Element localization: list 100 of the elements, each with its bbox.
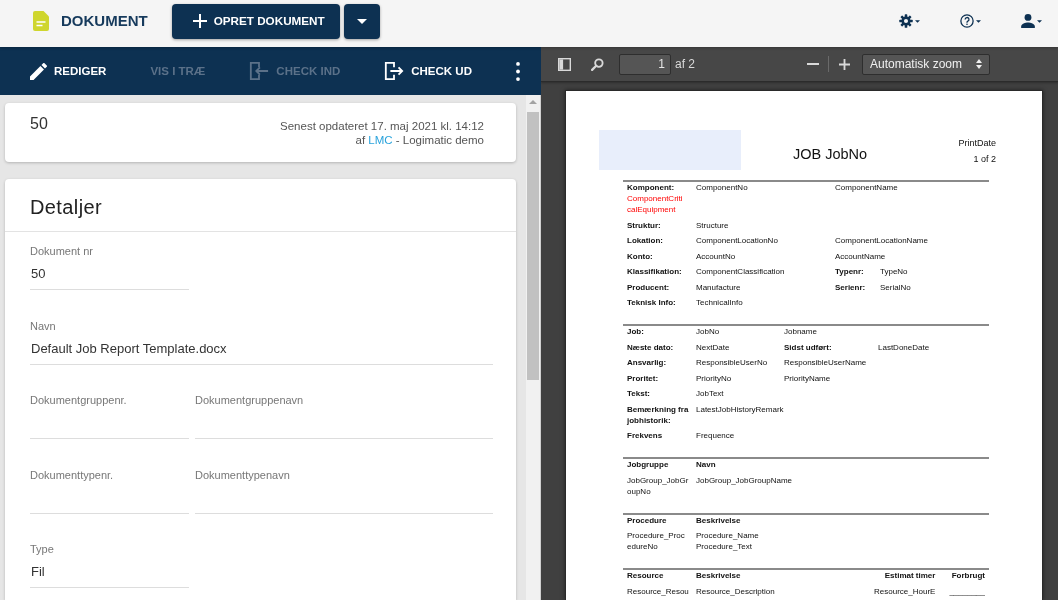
field-label: Struktur: — [627, 219, 661, 231]
zoom-select[interactable]: Automatisk zoom — [862, 53, 990, 75]
plus-icon — [838, 58, 850, 70]
help-icon — [960, 14, 974, 28]
field-value: ComponentLocationName — [835, 235, 928, 246]
document-number: 50 — [30, 114, 48, 134]
page-count: af 2 — [675, 57, 695, 71]
caret-icon — [915, 19, 920, 23]
field-label: Dokument nr — [30, 244, 94, 259]
field-label: Type — [30, 542, 55, 557]
caret-icon — [976, 19, 981, 23]
field-value: SerialNo — [880, 281, 911, 293]
document-icon — [33, 11, 49, 31]
app-title: DOKUMENT — [61, 12, 148, 30]
field-value: ResponsibleUserNo — [696, 357, 768, 368]
page-number: 1 of 2 — [973, 153, 996, 166]
input-field[interactable]: Fil — [30, 563, 189, 588]
report-title: JOB JobNo — [793, 145, 868, 163]
field-value: Jobname — [784, 326, 817, 337]
field-label: Producent: — [627, 281, 670, 293]
column-header: Beskrivelse — [696, 570, 741, 581]
field-value: LastDoneDate — [878, 341, 930, 353]
field-label: Klassifikation: — [627, 266, 682, 277]
more-vertical-icon — [515, 61, 520, 81]
minus-icon — [807, 63, 819, 65]
table-cell-text: Procedure_ProcedureNo — [627, 530, 686, 552]
check-out-button[interactable]: CHECK UD — [374, 53, 482, 89]
field-value: ComponentClassification — [696, 266, 785, 277]
print-date: PrintDate — [958, 137, 996, 150]
field-label: Dokumenttypenavn — [195, 467, 291, 483]
field-label: Navn — [30, 318, 57, 334]
create-document-button[interactable]: OPRET DOKUMENT — [171, 3, 340, 39]
search-icon — [590, 57, 604, 71]
table-cell: Resource_HourE — [874, 585, 936, 597]
edit-button[interactable]: REDIGER — [20, 54, 117, 88]
table-cell: JobGroup_JobGroupNo — [627, 474, 689, 497]
field-label: Sidst udført: — [784, 341, 832, 353]
field-value: Structure — [696, 219, 729, 231]
column-header: Estimat timer — [883, 570, 936, 581]
field-value: JobText — [696, 388, 724, 399]
field-label: Dokumenttypenr. — [30, 467, 115, 483]
page-number-field[interactable]: 1 — [619, 53, 671, 75]
column-header: Procedure — [627, 514, 667, 526]
table-cell: JobGroup_JobGroupName — [696, 474, 793, 486]
field-value: NextDate — [696, 341, 730, 353]
table-cell: Resource_Resou — [627, 585, 689, 597]
field-value: ComponentName — [835, 182, 898, 193]
field-value: PriorityNo — [696, 372, 732, 384]
user-icon — [1021, 14, 1035, 28]
alert-text: ComponentCriticalEquipment — [627, 193, 684, 215]
field-label: Dokumentgruppenavn — [195, 393, 305, 408]
field-label: Job: — [627, 326, 644, 337]
table-cell: Resource_Description — [696, 585, 775, 597]
field-value: AccountName — [835, 250, 886, 262]
field-value: AccountNo — [696, 250, 736, 262]
field-value: PriorityName — [784, 372, 831, 384]
table-cell: Procedure_Name — [696, 530, 759, 541]
user-menu-button[interactable] — [1021, 14, 1042, 28]
enter-icon — [249, 61, 270, 81]
updown-arrows-icon — [976, 59, 982, 69]
scrollbar[interactable] — [526, 95, 541, 600]
field-value: ComponentNo — [696, 182, 748, 193]
dropdown-button[interactable] — [343, 3, 380, 39]
field-label: Tekst: — [627, 388, 650, 399]
field-label: Ansvarlig: — [627, 357, 667, 368]
field-label: Næste dato: — [627, 341, 674, 353]
column-header: Forbrugt — [950, 570, 985, 581]
table-cell: Procedure_Text — [696, 541, 753, 552]
field-value: Frequence — [696, 430, 735, 441]
column-header: Jobgruppe — [627, 459, 669, 470]
sidebar-icon — [557, 57, 571, 71]
field-value: TechnicalInfo — [696, 297, 743, 308]
caret-icon — [1037, 19, 1042, 23]
column-header: Navn — [696, 459, 716, 470]
field-label: Proritet: — [627, 372, 659, 384]
column-header: Resource — [627, 570, 664, 581]
table-cell: ________ — [949, 585, 985, 597]
update-info: Senest opdateret 17. maj 2021 kl. 14:12 af LMC - Logimatic demo — [280, 119, 484, 147]
plus-icon — [192, 14, 207, 28]
settings-icon — [899, 14, 913, 28]
field-label: Serienr: — [835, 281, 866, 293]
column-header: Beskrivelse — [696, 514, 741, 526]
field-label: Komponent: — [627, 182, 676, 193]
card-title: Detaljer — [5, 179, 516, 232]
help-button[interactable] — [960, 14, 981, 28]
pencil-icon — [30, 62, 47, 80]
field-label: Teknisk Info: — [627, 297, 676, 308]
field-label: Konto: — [627, 250, 653, 262]
input-field[interactable]: Default Job Report Template.docx — [30, 339, 493, 365]
field-value: ResponsibleUserName — [784, 357, 867, 368]
field-label: Typenr: — [835, 266, 864, 277]
field-value: TypeNo — [880, 266, 908, 277]
input-field[interactable]: 50 — [30, 265, 189, 290]
field-value: JobNo — [696, 326, 720, 337]
settings-button[interactable] — [899, 14, 920, 28]
field-value: LatestJobHistoryRemark — [696, 403, 784, 415]
field-label: Frekvens — [627, 430, 663, 441]
field-value: Manufacture — [696, 281, 741, 293]
field-label: Bemærkning fra jobhistorik: — [627, 403, 690, 426]
exit-icon — [384, 61, 405, 81]
